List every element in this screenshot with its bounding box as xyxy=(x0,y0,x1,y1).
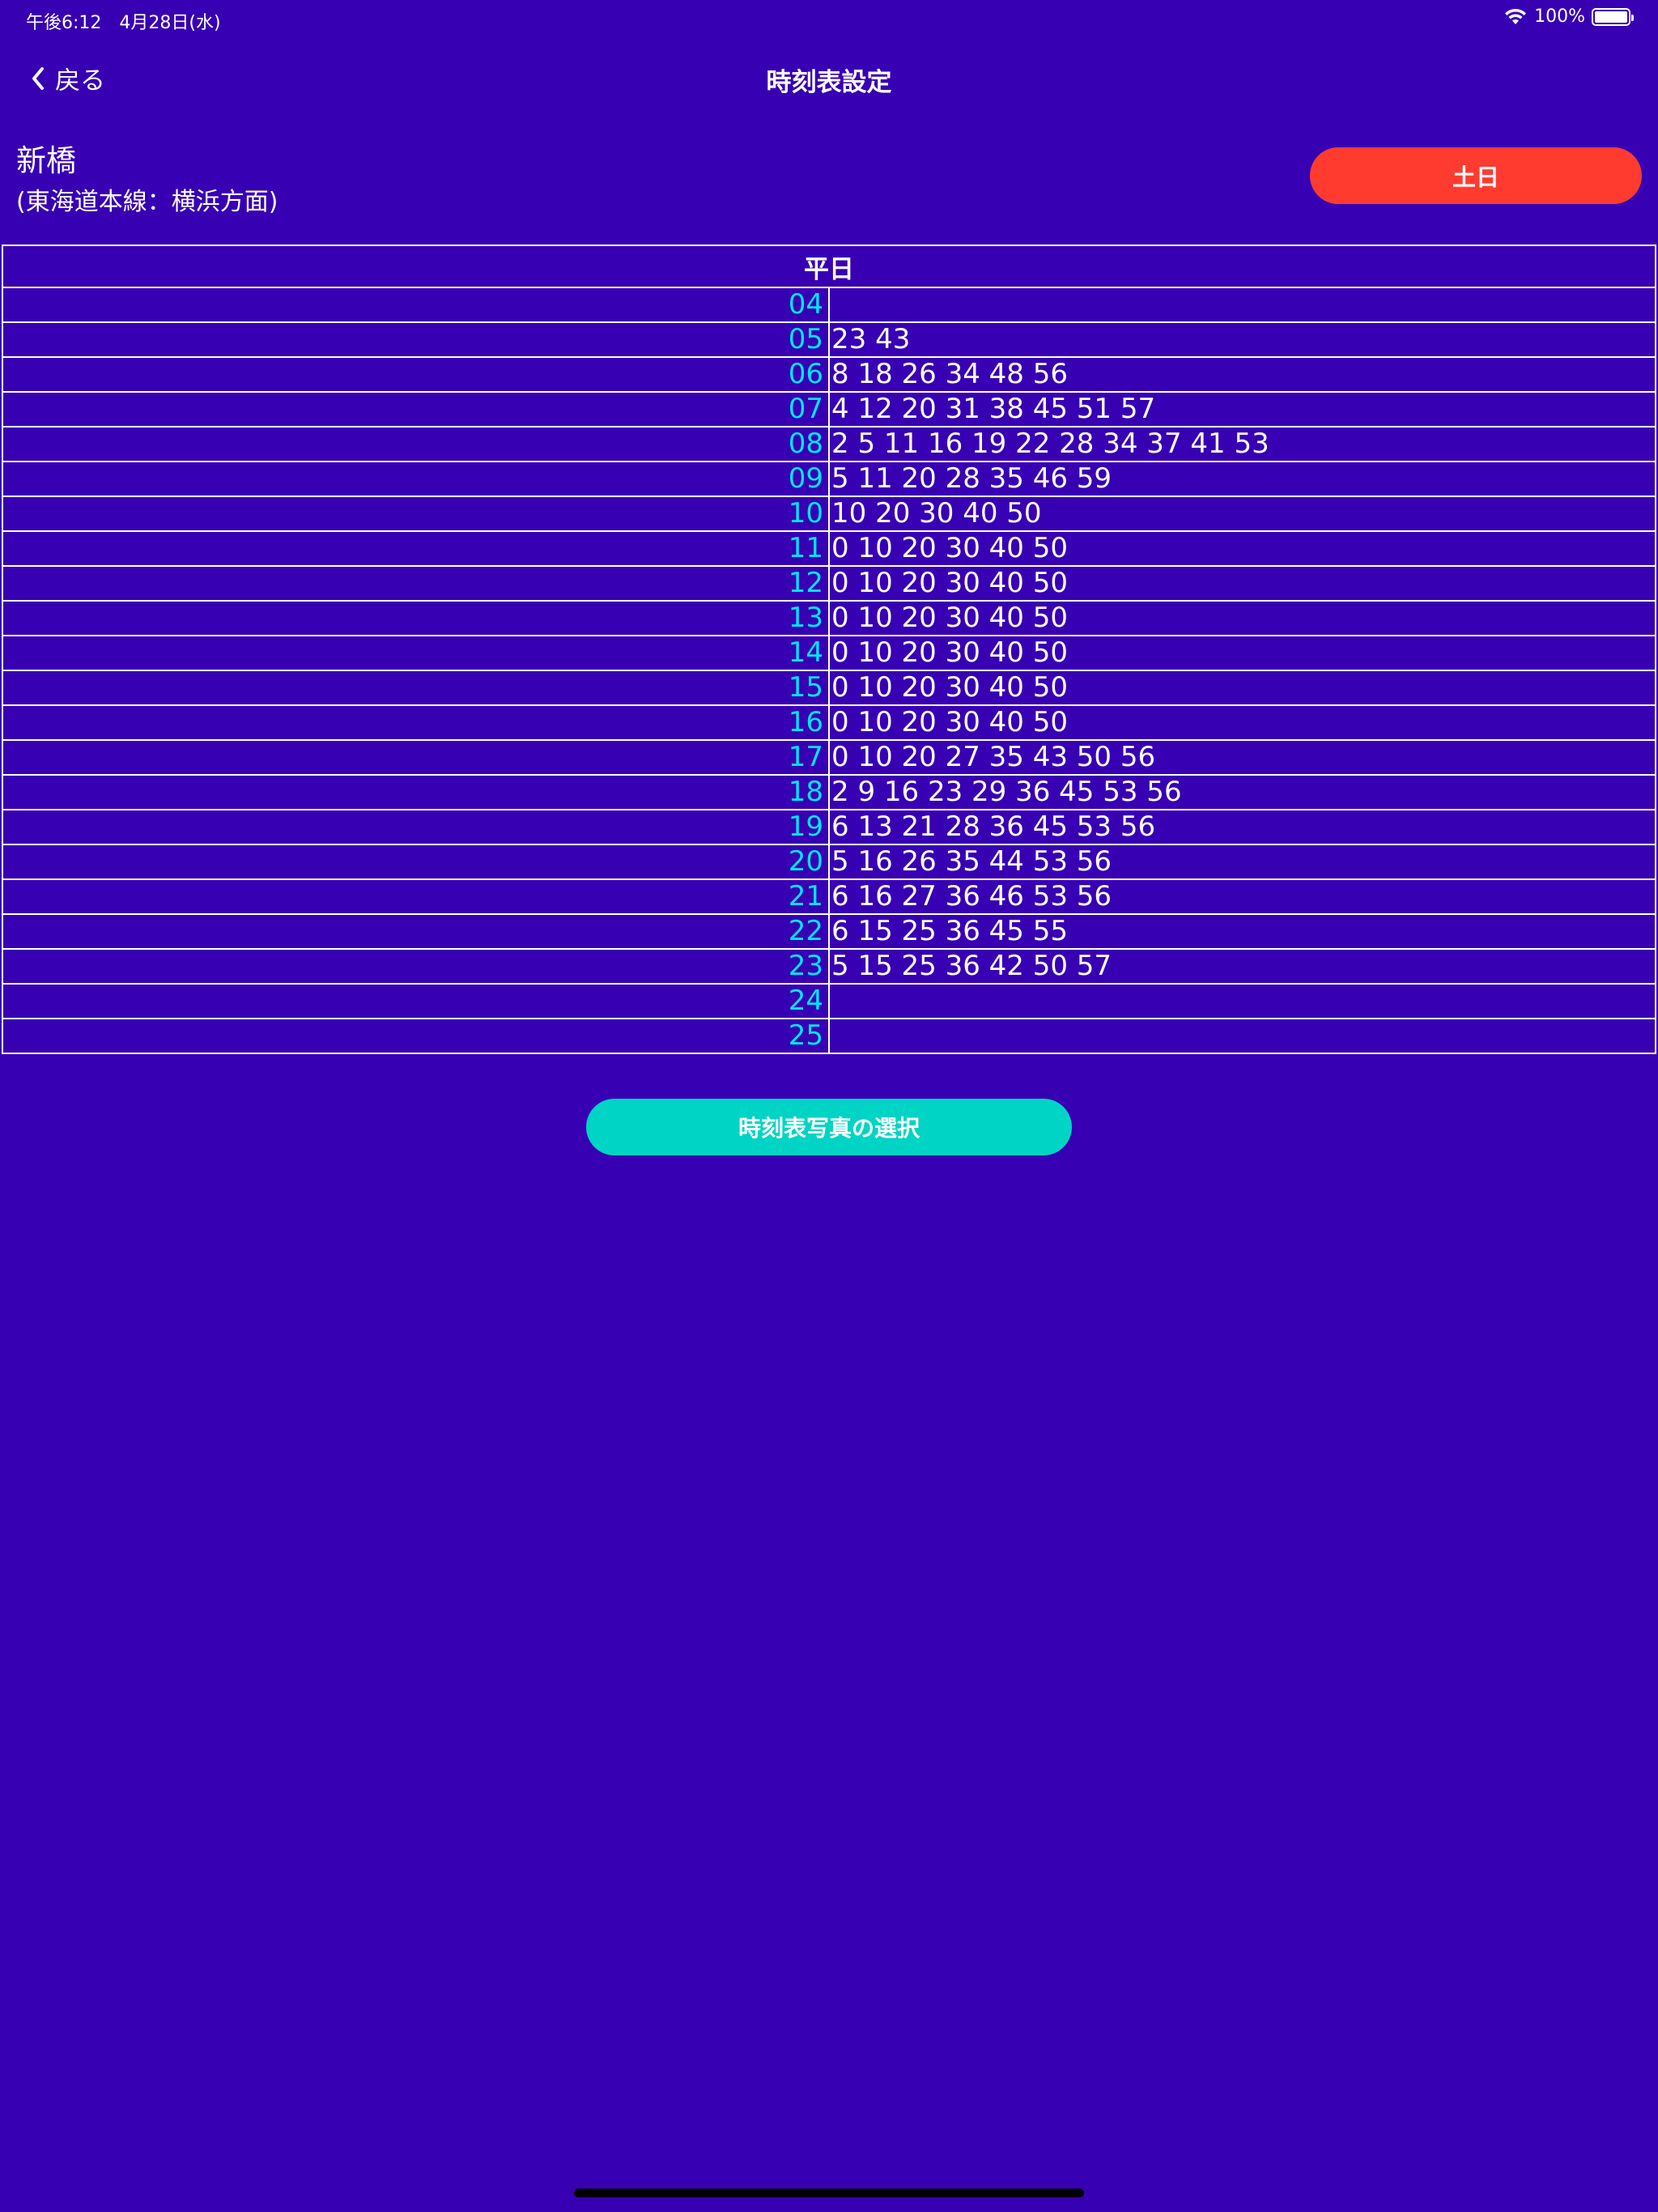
timetable-row[interactable]: 13 0 10 20 30 40 50 xyxy=(2,600,1656,636)
hour-cell: 21 xyxy=(2,878,830,915)
timetable-row[interactable]: 05 23 43 xyxy=(2,321,1656,358)
battery-icon xyxy=(1592,7,1634,26)
minutes-cell[interactable]: 5 16 26 35 44 53 56 xyxy=(828,844,1656,880)
page-title: 時刻表設定 xyxy=(766,68,892,97)
line-direction: (東海道本線：横浜方面) xyxy=(16,188,278,216)
timetable-row[interactable]: 20 5 16 26 35 44 53 56 xyxy=(2,844,1656,880)
hour-cell: 07 xyxy=(2,391,830,428)
status-indicators: 100% xyxy=(1503,6,1634,27)
minutes-cell[interactable]: 0 10 20 30 40 50 xyxy=(828,530,1656,567)
minutes-cell[interactable]: 0 10 20 30 40 50 xyxy=(828,565,1656,602)
timetable: 平日 04 05 23 43 06 8 18 26 34 48 56 07 4 12 20 … xyxy=(2,245,1656,1054)
hour-cell: 25 xyxy=(2,1018,830,1054)
hour-cell: 05 xyxy=(2,321,830,358)
wifi-icon xyxy=(1505,8,1527,24)
timetable-row[interactable]: 07 4 12 20 31 38 45 51 57 xyxy=(2,391,1656,428)
hour-cell: 20 xyxy=(2,844,830,880)
timetable-row[interactable]: 18 2 9 16 23 29 36 45 53 56 xyxy=(2,774,1656,810)
timetable-row[interactable]: 04 xyxy=(2,287,1656,323)
hour-cell: 06 xyxy=(2,356,830,393)
minutes-cell[interactable]: 6 16 27 36 46 53 56 xyxy=(828,878,1656,915)
hour-cell: 19 xyxy=(2,809,830,845)
timetable-row[interactable]: 24 xyxy=(2,983,1656,1019)
hour-cell: 18 xyxy=(2,774,830,810)
timetable-row[interactable]: 06 8 18 26 34 48 56 xyxy=(2,356,1656,393)
hour-cell: 22 xyxy=(2,913,830,950)
minutes-cell[interactable]: 5 11 20 28 35 46 59 xyxy=(828,461,1656,497)
timetable-row[interactable]: 08 2 5 11 16 19 22 28 34 37 41 53 xyxy=(2,426,1656,462)
minutes-cell[interactable]: 0 10 20 30 40 50 xyxy=(828,704,1656,741)
minutes-cell[interactable]: 5 15 25 36 42 50 57 xyxy=(828,948,1656,985)
minutes-cell[interactable]: 0 10 20 30 40 50 xyxy=(828,600,1656,636)
timetable-row[interactable]: 09 5 11 20 28 35 46 59 xyxy=(2,461,1656,497)
minutes-cell[interactable] xyxy=(828,983,1656,1019)
weekend-toggle-button[interactable]: 土日 xyxy=(1310,147,1642,204)
minutes-cell[interactable]: 23 43 xyxy=(828,321,1656,358)
timetable-row[interactable]: 21 6 16 27 36 46 53 56 xyxy=(2,878,1656,915)
minutes-cell[interactable]: 10 20 30 40 50 xyxy=(828,496,1656,532)
timetable-row[interactable]: 19 6 13 21 28 36 45 53 56 xyxy=(2,809,1656,845)
hour-cell: 04 xyxy=(2,287,830,323)
timetable-row[interactable]: 16 0 10 20 30 40 50 xyxy=(2,704,1656,741)
timetable-body: 04 05 23 43 06 8 18 26 34 48 56 07 4 12 20 31 … xyxy=(2,287,1656,1054)
timetable-row[interactable]: 10 10 20 30 40 50 xyxy=(2,496,1656,532)
minutes-cell[interactable]: 6 13 21 28 36 45 53 56 xyxy=(828,809,1656,845)
battery-percent: 100% xyxy=(1534,6,1585,27)
hour-cell: 09 xyxy=(2,461,830,497)
minutes-cell[interactable]: 0 10 20 27 35 43 50 56 xyxy=(828,739,1656,776)
hour-cell: 16 xyxy=(2,704,830,741)
minutes-cell[interactable]: 8 18 26 34 48 56 xyxy=(828,356,1656,393)
station-name: 新橋 xyxy=(16,143,76,178)
minutes-cell[interactable]: 2 9 16 23 29 36 45 53 56 xyxy=(828,774,1656,810)
minutes-cell[interactable]: 4 12 20 31 38 45 51 57 xyxy=(828,391,1656,428)
hour-cell: 12 xyxy=(2,565,830,602)
timetable-row[interactable]: 22 6 15 25 36 45 55 xyxy=(2,913,1656,950)
hour-cell: 17 xyxy=(2,739,830,776)
hour-cell: 24 xyxy=(2,983,830,1019)
minutes-cell[interactable] xyxy=(828,287,1656,323)
hour-cell: 10 xyxy=(2,496,830,532)
minutes-cell[interactable]: 2 5 11 16 19 22 28 34 37 41 53 xyxy=(828,426,1656,462)
hour-cell: 08 xyxy=(2,426,830,462)
timetable-row[interactable]: 14 0 10 20 30 40 50 xyxy=(2,635,1656,671)
timetable-header: 平日 xyxy=(2,245,1656,288)
hour-cell: 13 xyxy=(2,600,830,636)
navigation-bar: 戻る 時刻表設定 xyxy=(0,49,1658,113)
minutes-cell[interactable] xyxy=(828,1018,1656,1054)
timetable-row[interactable]: 15 0 10 20 30 40 50 xyxy=(2,670,1656,706)
select-timetable-photo-button[interactable]: 時刻表写真の選択 xyxy=(586,1099,1072,1155)
timetable-row[interactable]: 12 0 10 20 30 40 50 xyxy=(2,565,1656,602)
status-time-date: 午後6:12 4月28日(水) xyxy=(26,13,221,33)
hour-cell: 14 xyxy=(2,635,830,671)
timetable-row[interactable]: 23 5 15 25 36 42 50 57 xyxy=(2,948,1656,985)
status-bar: 午後6:12 4月28日(水) 100% xyxy=(0,0,1658,39)
timetable-row[interactable]: 11 0 10 20 30 40 50 xyxy=(2,530,1656,567)
hour-cell: 15 xyxy=(2,670,830,706)
minutes-cell[interactable]: 0 10 20 30 40 50 xyxy=(828,635,1656,671)
minutes-cell[interactable]: 0 10 20 30 40 50 xyxy=(828,670,1656,706)
timetable-row[interactable]: 17 0 10 20 27 35 43 50 56 xyxy=(2,739,1656,776)
hour-cell: 23 xyxy=(2,948,830,985)
hour-cell: 11 xyxy=(2,530,830,567)
minutes-cell[interactable]: 6 15 25 36 45 55 xyxy=(828,913,1656,950)
battery-fill xyxy=(1595,11,1627,23)
home-indicator xyxy=(574,2189,1084,2197)
timetable-row[interactable]: 25 xyxy=(2,1018,1656,1054)
